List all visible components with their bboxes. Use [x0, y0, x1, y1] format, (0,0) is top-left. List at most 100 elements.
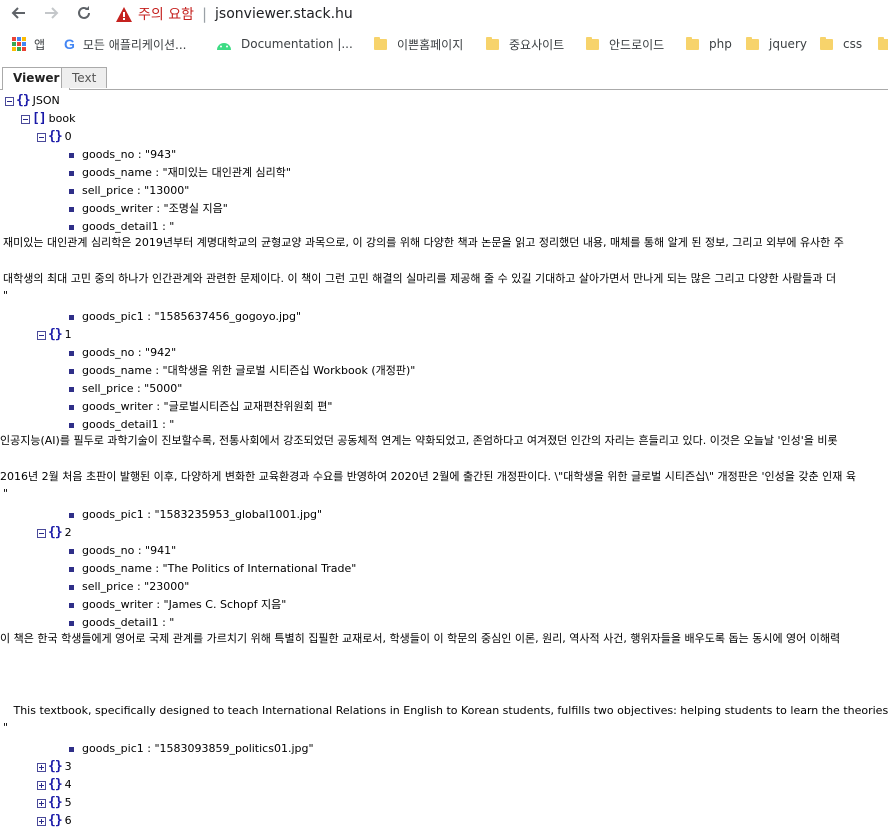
value-bullet-icon [69, 548, 74, 554]
value-bullet-icon [69, 620, 74, 626]
security-warning-text: 주의 요함 [138, 7, 194, 23]
tree-node-item-4[interactable]: {} 4 [37, 776, 72, 794]
detail-close-quote: " [3, 289, 9, 302]
expand-toggle-icon[interactable] [37, 762, 46, 772]
tree-leaf-goods-no[interactable]: goods_no : "942" [69, 344, 176, 362]
folder-icon [746, 36, 759, 50]
tree-leaf-goods-name[interactable]: goods_name : "대학생을 위한 글로벌 시티즌십 Workbook … [69, 362, 415, 380]
bookmark-label: 모든 애플리케이션... [82, 37, 187, 52]
node-label: 6 [64, 814, 72, 827]
object-icon: {} [48, 795, 63, 810]
expand-toggle-icon[interactable] [37, 798, 46, 808]
detail-close-quote: " [3, 721, 9, 734]
folder-icon [686, 36, 699, 50]
value-bullet-icon [69, 602, 74, 608]
object-icon: {} [48, 327, 63, 342]
tree-leaf-goods-pic1[interactable]: goods_pic1 : "1585637456_gogoyo.jpg" [69, 308, 301, 326]
tree-node-item-1[interactable]: {} 1 [37, 326, 72, 344]
collapse-toggle-icon[interactable] [5, 96, 14, 106]
folder-icon [586, 36, 599, 50]
bookmark-apps[interactable]: 앱 [12, 35, 45, 53]
folder-icon [878, 36, 888, 50]
leaf-text: goods_no : "941" [82, 544, 177, 557]
security-indicator[interactable]: 주의 요함 | jsonviewer.stack.hu [116, 4, 353, 24]
viewer-tab-bar: Viewer Text [0, 66, 888, 90]
tree-leaf-goods-writer[interactable]: goods_writer : "글로벌시티즌십 교재편찬위원회 편" [69, 398, 332, 416]
bookmark-label: Documentation |... [241, 37, 353, 51]
detail-text-line: 대학생의 최대 고민 중의 하나가 인간관계와 관련한 문제이다. 이 책이 그… [3, 272, 837, 285]
node-label: 0 [64, 130, 72, 143]
folder-icon [820, 36, 833, 50]
value-bullet-icon [69, 224, 74, 230]
object-icon: {} [48, 525, 63, 540]
tree-leaf-goods-pic1[interactable]: goods_pic1 : "1583093859_politics01.jpg" [69, 740, 314, 758]
detail-text-line: 재미있는 대인관계 심리학은 2019년부터 계명대학교의 균형교양 과목으로,… [3, 236, 844, 249]
tree-leaf-goods-no[interactable]: goods_no : "941" [69, 542, 176, 560]
bookmark-folder-overflow[interactable] [878, 35, 888, 53]
object-icon: {} [16, 93, 31, 108]
object-icon: {} [48, 759, 63, 774]
url-text[interactable]: jsonviewer.stack.hu [215, 6, 353, 22]
android-icon [217, 42, 231, 50]
value-bullet-icon [69, 746, 74, 752]
bookmark-label: jquery [769, 37, 807, 51]
bookmark-label: css [843, 37, 863, 51]
tree-leaf-sell-price[interactable]: sell_price : "13000" [69, 182, 189, 200]
bookmark-folder-pretty[interactable]: 이쁜홈페이지 [374, 35, 463, 53]
apps-grid-icon [12, 37, 26, 51]
tree-leaf-goods-writer[interactable]: goods_writer : "James C. Schopf 지음" [69, 596, 286, 614]
tree-leaf-goods-name[interactable]: goods_name : "The Politics of Internatio… [69, 560, 356, 578]
collapse-toggle-icon[interactable] [21, 114, 30, 124]
bookmark-folder-php[interactable]: php [686, 35, 732, 53]
tree-leaf-goods-no[interactable]: goods_no : "943" [69, 146, 176, 164]
tree-leaf-goods-writer[interactable]: goods_writer : "조명실 지음" [69, 200, 228, 218]
leaf-text: goods_writer : "조명실 지음" [82, 202, 228, 215]
collapse-toggle-icon[interactable] [37, 330, 46, 340]
tree-node-root[interactable]: {} JSON [5, 92, 60, 110]
tree-node-item-2[interactable]: {} 2 [37, 524, 72, 542]
json-tree: {} JSON [] book {} 0 goods_no : "943" go… [0, 90, 888, 832]
google-icon: G [64, 36, 75, 52]
collapse-toggle-icon[interactable] [37, 528, 46, 538]
leaf-text: goods_no : "943" [82, 148, 177, 161]
reload-button[interactable] [75, 4, 93, 22]
bookmarks-bar: 앱 G 모든 애플리케이션... Documentation |... 이쁜홈페… [0, 31, 888, 57]
object-icon: {} [48, 813, 63, 828]
back-button[interactable] [10, 4, 28, 22]
tree-leaf-sell-price[interactable]: sell_price : "5000" [69, 380, 182, 398]
reload-icon [78, 6, 90, 19]
tree-node-book[interactable]: [] book [21, 110, 75, 128]
value-bullet-icon [69, 152, 74, 158]
tree-node-item-6[interactable]: {} 6 [37, 812, 72, 830]
leaf-text: goods_name : "재미있는 대인관계 심리학" [82, 166, 291, 179]
expand-toggle-icon[interactable] [37, 780, 46, 790]
node-label: JSON [32, 94, 60, 107]
expand-toggle-icon[interactable] [37, 816, 46, 826]
address-bar-row: 주의 요함 | jsonviewer.stack.hu [0, 0, 888, 26]
leaf-text: goods_pic1 : "1583235953_global1001.jpg" [82, 508, 323, 521]
bookmark-folder-css[interactable]: css [820, 35, 862, 53]
bookmark-documentation[interactable]: Documentation |... [216, 35, 353, 53]
tree-node-item-0[interactable]: {} 0 [37, 128, 72, 146]
bookmark-folder-jquery[interactable]: jquery [746, 35, 807, 53]
tree-node-item-3[interactable]: {} 3 [37, 758, 72, 776]
value-bullet-icon [69, 206, 74, 212]
value-bullet-icon [69, 314, 74, 320]
forward-button[interactable] [42, 4, 60, 22]
value-bullet-icon [69, 350, 74, 356]
tree-node-item-5[interactable]: {} 5 [37, 794, 72, 812]
bookmark-folder-android[interactable]: 안드로이드 [586, 35, 664, 53]
tree-leaf-sell-price[interactable]: sell_price : "23000" [69, 578, 189, 596]
bookmark-folder-important[interactable]: 중요사이트 [486, 35, 564, 53]
value-bullet-icon [69, 170, 74, 176]
bookmark-all-apps[interactable]: G 모든 애플리케이션... [64, 35, 186, 53]
tree-leaf-goods-pic1[interactable]: goods_pic1 : "1583235953_global1001.jpg" [69, 506, 322, 524]
node-label: 1 [64, 328, 72, 341]
array-icon: [] [32, 111, 47, 126]
value-bullet-icon [69, 188, 74, 194]
tab-text[interactable]: Text [61, 67, 108, 88]
collapse-toggle-icon[interactable] [37, 132, 46, 142]
tree-leaf-goods-name[interactable]: goods_name : "재미있는 대인관계 심리학" [69, 164, 291, 182]
value-bullet-icon [69, 368, 74, 374]
detail-close-quote: " [3, 487, 9, 500]
